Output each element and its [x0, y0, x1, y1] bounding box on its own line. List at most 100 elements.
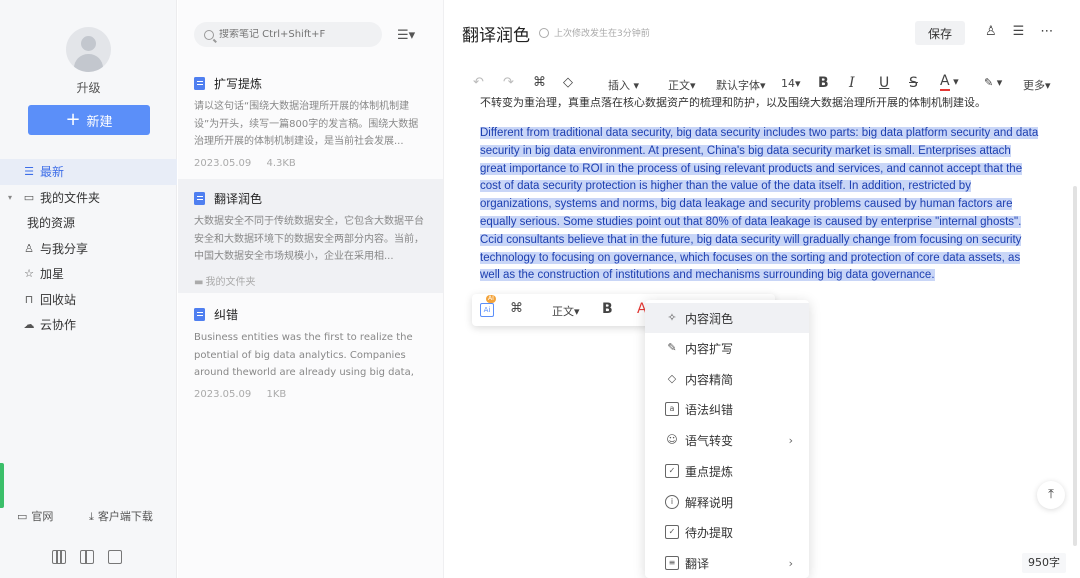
insert-dropdown[interactable]: 插入 ▾ — [608, 77, 639, 93]
selected-paragraph[interactable]: Different from traditional data security… — [480, 125, 1040, 285]
sidebar-item-cloud[interactable]: ☁ 云协作 — [0, 312, 177, 338]
underline-button[interactable]: U — [879, 75, 889, 91]
note-meta: 2023.05.09 1KB — [194, 389, 427, 400]
website-link[interactable]: ▭ 官网 — [17, 508, 53, 524]
share-user-icon[interactable]: ♙ — [985, 24, 997, 39]
note-excerpt: 大数据安全不同于传统数据安全，它包含大数据平台安全和大数据环境下的数据安全两部分… — [194, 216, 424, 262]
chevron-right-icon: › — [788, 433, 793, 447]
font-color-button[interactable]: A ▾ — [940, 73, 959, 91]
sidebar-item-my-folder[interactable]: ▾ ▭ 我的文件夹 — [0, 185, 177, 211]
float-bold-button[interactable]: B — [602, 301, 613, 317]
download-icon: ⤓ — [89, 510, 94, 523]
save-status-text: 上次修改发生在3分钟前 — [554, 29, 650, 39]
avatar[interactable] — [66, 27, 111, 72]
menu-item-label: 语气转变 — [685, 433, 734, 448]
note-item[interactable]: 扩写提炼 请以这句话“围绕大数据治理所开展的体制机制建设”为开头，续写一篇800… — [178, 70, 443, 176]
new-note-button[interactable]: + 新建 — [28, 105, 150, 135]
pen-icon: ✎ — [667, 341, 677, 354]
ai-tag-badge: AI — [486, 295, 496, 303]
document-title[interactable]: 翻译润色 — [462, 21, 530, 46]
sidebar-item-label: 我的文件夹 — [40, 190, 101, 205]
chevron-down-icon[interactable]: ▾ — [8, 193, 12, 202]
sidebar-item-starred[interactable]: ☆ 加星 — [0, 261, 177, 287]
menu-item-explain[interactable]: i 解释说明 — [645, 487, 809, 517]
sparkle-icon: ✧ — [667, 311, 677, 324]
sidebar-item-trash[interactable]: ⊓ 回收站 — [0, 287, 177, 313]
sidebar: 升级 + 新建 ☰ 最新 ▾ ▭ 我的文件夹 我的资源 ♙ 与我分享 ☆ 加星 … — [0, 0, 177, 578]
more-dropdown[interactable]: 更多▾ — [1023, 77, 1051, 93]
menu-item-translate[interactable]: ≡ 翻译 › — [645, 548, 809, 578]
sidebar-item-shared[interactable]: ♙ 与我分享 — [0, 236, 177, 262]
note-title: 扩写提炼 — [194, 74, 427, 92]
menu-item-todo[interactable]: ✓ 待办提取 — [645, 517, 809, 547]
word-count: 950字 — [1022, 553, 1066, 573]
search-input[interactable] — [219, 29, 369, 40]
chevron-right-icon: › — [788, 556, 793, 570]
save-button[interactable]: 保存 — [915, 21, 965, 45]
format-painter-icon[interactable]: ⌘ — [510, 301, 523, 316]
ai-label: Ai — [483, 306, 491, 314]
top-actions: ♙ ☰ ⋯ — [985, 24, 1053, 39]
document-icon — [194, 76, 205, 90]
style-dropdown[interactable]: 正文▾ — [668, 77, 696, 93]
client-download-link[interactable]: ⤓ 客户端下载 — [89, 508, 153, 524]
undo-icon[interactable]: ↶ — [473, 75, 484, 90]
menu-item-extract[interactable]: ✓ 重点提炼 — [645, 456, 809, 486]
menu-item-label: 待办提取 — [685, 525, 734, 540]
upgrade-link[interactable]: 升级 — [0, 79, 177, 96]
extract-icon: ✓ — [665, 464, 679, 478]
share-icon: ♙ — [24, 241, 34, 255]
scroll-to-top-button[interactable]: ⤒ — [1037, 481, 1065, 509]
menu-item-grammar[interactable]: a 语法纠错 — [645, 394, 809, 424]
note-size: 4.3KB — [266, 158, 296, 169]
float-style-dropdown[interactable]: 正文▾ — [552, 303, 580, 319]
star-icon: ☆ — [24, 267, 34, 281]
menu-item-polish[interactable]: ✧ 内容润色 — [645, 303, 809, 333]
font-label: 默认字体 — [716, 79, 760, 92]
save-status: 上次修改发生在3分钟前 — [539, 26, 650, 39]
editor-scrollbar[interactable] — [1073, 186, 1077, 546]
plus-icon: + — [65, 109, 81, 130]
note-meta: 2023.05.09 4.3KB — [194, 158, 427, 169]
menu-item-label: 内容精简 — [685, 372, 734, 387]
outline-search-icon[interactable]: ☰ — [1013, 24, 1025, 39]
highlight-button[interactable]: ✎ ▾ — [984, 76, 1002, 89]
two-column-layout-icon[interactable] — [80, 550, 94, 564]
layout-switcher — [52, 550, 122, 564]
strikethrough-button[interactable]: S — [909, 75, 918, 91]
sidebar-item-latest[interactable]: ☰ 最新 — [0, 159, 177, 185]
italic-button[interactable]: I — [849, 75, 855, 91]
sort-icon[interactable]: ☰▾ — [397, 28, 415, 43]
document-icon — [194, 191, 205, 205]
info-icon: i — [665, 495, 679, 509]
more-icon[interactable]: ⋯ — [1040, 24, 1053, 39]
sidebar-item-my-resources[interactable]: 我的资源 — [0, 210, 177, 236]
menu-item-label: 翻译 — [685, 556, 710, 571]
trash-icon: ⊓ — [24, 292, 34, 306]
more-label: 更多 — [1023, 79, 1045, 92]
format-toolbar: ↶ ↷ ⌘ ◇ 插入 ▾ 正文▾ 默认字体▾ 14▾ B I U S A ▾ ✎… — [467, 72, 1077, 98]
note-item-selected[interactable]: 翻译润色 大数据安全不同于传统数据安全，它包含大数据平台安全和大数据环境下的数据… — [178, 179, 443, 293]
redo-icon[interactable]: ↷ — [503, 75, 514, 90]
clear-format-icon[interactable]: ◇ — [563, 75, 573, 90]
menu-item-tone[interactable]: ☺ 语气转变 › — [645, 425, 809, 455]
font-dropdown[interactable]: 默认字体▾ — [716, 77, 766, 93]
note-title-text: 扩写提炼 — [214, 76, 263, 91]
ai-menu: ✧ 内容润色 ✎ 内容扩写 ◇ 内容精简 a 语法纠错 ☺ 语气转变 › ✓ 重… — [645, 300, 809, 578]
sidebar-item-label: 加星 — [40, 267, 65, 282]
format-painter-icon[interactable]: ⌘ — [533, 75, 546, 90]
note-item[interactable]: 纠错 Business entities was the first to re… — [178, 300, 443, 410]
three-column-layout-icon[interactable] — [52, 550, 66, 564]
bold-button[interactable]: B — [818, 75, 829, 91]
menu-item-label: 重点提炼 — [685, 464, 734, 479]
green-tab-strip[interactable] — [0, 463, 4, 508]
single-column-layout-icon[interactable] — [108, 550, 122, 564]
menu-item-label: 解释说明 — [685, 495, 734, 510]
menu-item-expand[interactable]: ✎ 内容扩写 — [645, 333, 809, 363]
menu-item-condense[interactable]: ◇ 内容精简 — [645, 364, 809, 394]
font-size-dropdown[interactable]: 14▾ — [781, 77, 801, 90]
ai-assistant-button[interactable]: Ai — [480, 303, 494, 317]
sidebar-item-label: 最新 — [40, 165, 65, 180]
previous-paragraph: 不转变为重治理，真重点落在核心数据资产的梳理和防护，以及围绕大数据治理所开展的体… — [480, 97, 1040, 111]
search-box[interactable] — [194, 22, 382, 47]
